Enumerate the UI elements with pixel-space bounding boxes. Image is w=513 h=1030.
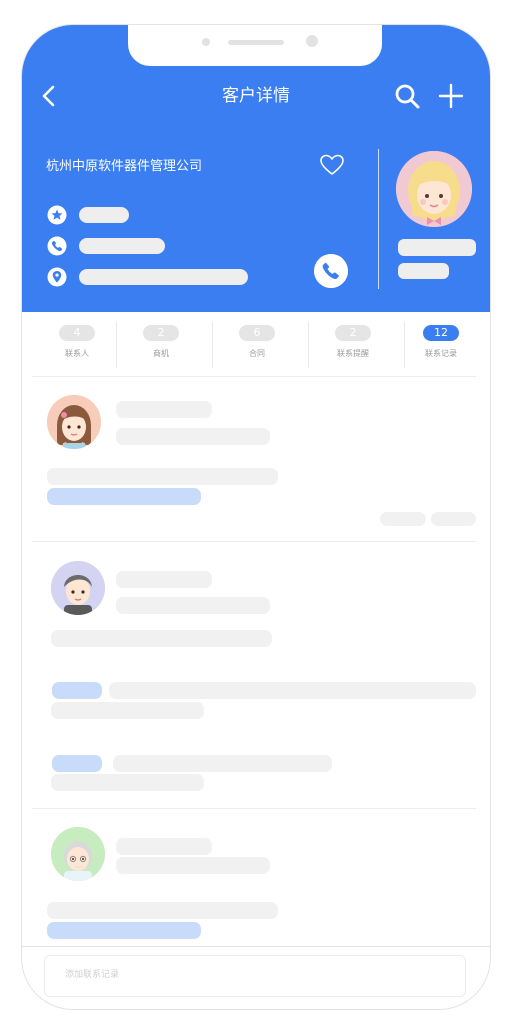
- phone-icon: [47, 236, 67, 256]
- tab-contacts[interactable]: 4 联系人: [32, 320, 122, 372]
- record-line-placeholder: [51, 702, 204, 719]
- search-icon[interactable]: [394, 83, 420, 109]
- record-meta-placeholder: [116, 428, 270, 445]
- record-link-placeholder[interactable]: [47, 922, 201, 939]
- tab-contracts[interactable]: 6 合同: [212, 320, 302, 372]
- contact-name-placeholder: [398, 239, 476, 256]
- tab-reminders[interactable]: 2 联系提醒: [308, 320, 398, 372]
- avatar: [47, 395, 101, 449]
- tab-label: 联系提醒: [337, 349, 369, 358]
- contact-title-placeholder: [398, 263, 449, 279]
- customer-header: 客户详情 杭州中原软件器件管理公司: [22, 25, 490, 312]
- header-divider: [378, 149, 379, 289]
- record-action-placeholder[interactable]: [431, 512, 476, 526]
- tabs-divider: [32, 376, 476, 377]
- address-placeholder: [79, 269, 248, 285]
- record-divider: [32, 808, 476, 809]
- add-record-input[interactable]: [45, 956, 465, 994]
- record-author-placeholder: [116, 838, 212, 855]
- rating-placeholder: [79, 207, 129, 223]
- record-line-placeholder: [113, 755, 332, 772]
- company-name: 杭州中原软件器件管理公司: [46, 159, 203, 174]
- contact-avatar[interactable]: [396, 151, 472, 227]
- tab-label: 联系记录: [425, 349, 457, 358]
- tab-count: 12: [423, 325, 459, 341]
- star-icon: [47, 205, 67, 225]
- bottom-bar-divider: [22, 946, 490, 947]
- tab-count: 4: [59, 325, 95, 341]
- plus-icon[interactable]: [438, 83, 464, 109]
- tab-label: 合同: [249, 349, 265, 358]
- speaker-bar: [228, 40, 284, 45]
- avatar: [51, 827, 105, 881]
- tab-label: 商机: [153, 349, 169, 358]
- tab-count: 2: [335, 325, 371, 341]
- record-meta-placeholder: [116, 857, 270, 874]
- record-tag-placeholder[interactable]: [52, 682, 102, 699]
- tab-contact-records[interactable]: 12 联系记录: [396, 320, 486, 372]
- record-tag-placeholder[interactable]: [52, 755, 102, 772]
- sensor-dot: [306, 35, 318, 47]
- record-text-placeholder: [47, 468, 278, 485]
- tab-opportunities[interactable]: 2 商机: [116, 320, 206, 372]
- record-author-placeholder: [116, 571, 212, 588]
- tab-count: 2: [143, 325, 179, 341]
- record-line-placeholder: [51, 774, 204, 791]
- heart-icon[interactable]: [319, 153, 345, 177]
- tab-count: 6: [239, 325, 275, 341]
- camera-dot: [202, 38, 210, 46]
- notch: [128, 25, 382, 66]
- phone-placeholder: [79, 238, 165, 254]
- location-icon: [47, 267, 67, 287]
- avatar: [51, 561, 105, 615]
- add-record-field[interactable]: [44, 955, 466, 997]
- record-line-placeholder: [109, 682, 476, 699]
- record-divider: [32, 541, 476, 542]
- record-text-placeholder: [47, 902, 278, 919]
- phone-frame: 客户详情 杭州中原软件器件管理公司 4 联系人 2 商机 6 合同 2 联系提醒…: [21, 24, 491, 1010]
- stats-tabs: 4 联系人 2 商机 6 合同 2 联系提醒 12 联系记录: [32, 320, 480, 376]
- call-button[interactable]: [314, 254, 348, 288]
- tab-label: 联系人: [65, 349, 89, 358]
- record-action-placeholder[interactable]: [380, 512, 426, 526]
- record-text-placeholder: [51, 630, 272, 647]
- record-meta-placeholder: [116, 597, 270, 614]
- record-author-placeholder: [116, 401, 212, 418]
- record-link-placeholder[interactable]: [47, 488, 201, 505]
